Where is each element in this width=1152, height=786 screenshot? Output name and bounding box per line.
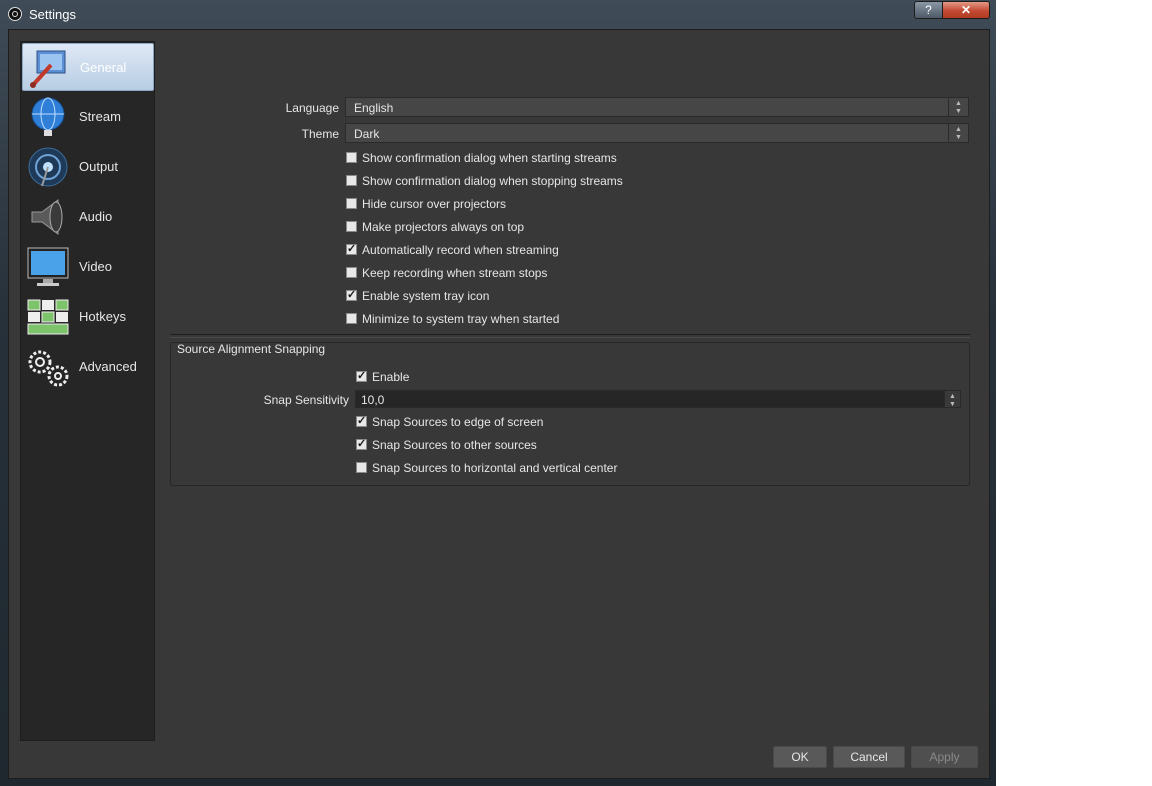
checkbox[interactable]: [346, 175, 357, 186]
snap-sensitivity-label: Snap Sensitivity: [263, 393, 349, 407]
language-label: Language: [285, 101, 339, 115]
language-value: English: [354, 101, 394, 115]
cancel-button[interactable]: Cancel: [833, 746, 905, 768]
sidebar-item-video[interactable]: Video: [22, 243, 154, 291]
sidebar-item-label: Hotkeys: [79, 309, 126, 324]
sidebar-item-advanced[interactable]: Advanced: [22, 343, 154, 391]
checkbox[interactable]: ✓: [356, 371, 367, 382]
checkbox[interactable]: [346, 198, 357, 209]
sidebar-item-label: Video: [79, 259, 113, 274]
sidebar-item-stream[interactable]: Stream: [22, 93, 154, 141]
checkbox[interactable]: [346, 152, 357, 163]
sidebar-item-label: Advanced: [79, 359, 137, 374]
checkbox[interactable]: ✓: [346, 290, 357, 301]
checkbox[interactable]: [346, 267, 357, 278]
checkbox[interactable]: [346, 313, 357, 324]
sidebar-item-label: General: [80, 60, 127, 75]
sidebar-item-general[interactable]: General: [22, 43, 154, 91]
theme-select[interactable]: Dark ▲ ▼: [345, 123, 969, 143]
snapping-group-title: Source Alignment Snapping: [177, 342, 326, 356]
title-bar: Settings ? ✕: [0, 0, 996, 28]
checkbox[interactable]: ✓: [356, 439, 367, 450]
theme-label: Theme: [301, 127, 339, 141]
settings-client-area: General Stream Output Audio Video Hotkey…: [8, 29, 990, 779]
sidebar-item-audio[interactable]: Audio: [22, 193, 154, 241]
spinner-arrows-icon[interactable]: ▲ ▼: [944, 391, 960, 408]
broadcast-icon: [28, 147, 68, 187]
window-title: Settings: [29, 7, 76, 22]
language-select[interactable]: English ▲ ▼: [345, 97, 969, 117]
sidebar-item-hotkeys[interactable]: Hotkeys: [22, 293, 154, 341]
close-button[interactable]: ✕: [942, 1, 990, 19]
speaker-icon: [31, 199, 63, 235]
theme-value: Dark: [354, 127, 380, 141]
section-divider: [170, 334, 970, 338]
settings-sidebar: General Stream Output Audio Video Hotkey…: [20, 41, 155, 741]
checkbox[interactable]: [346, 221, 357, 232]
checkbox[interactable]: ✓: [346, 244, 357, 255]
ok-button[interactable]: OK: [773, 746, 827, 768]
sidebar-item-label: Stream: [79, 109, 121, 124]
globe-icon: [31, 97, 65, 136]
gears-icon: [28, 350, 69, 387]
general-icon: [30, 50, 66, 88]
sidebar-item-label: Audio: [79, 209, 113, 224]
sidebar-item-output[interactable]: Output: [22, 143, 154, 191]
settings-window: Settings ? ✕ General Stream Output Audio…: [0, 0, 996, 786]
snap-sensitivity-input[interactable]: 10,0 ▲ ▼: [355, 390, 961, 408]
snap-sensitivity-value: 10,0: [361, 393, 385, 407]
checkbox[interactable]: ✓: [356, 416, 367, 427]
obs-app-icon: [8, 7, 22, 21]
monitor-icon: [27, 247, 69, 286]
dropdown-arrows-icon: ▲ ▼: [948, 124, 968, 142]
checkbox[interactable]: [356, 462, 367, 473]
help-button[interactable]: ?: [914, 1, 943, 19]
sidebar-item-label: Output: [79, 159, 119, 174]
dropdown-arrows-icon: ▲ ▼: [948, 98, 968, 116]
apply-button[interactable]: Apply: [911, 746, 978, 768]
keyboard-icon: [27, 299, 69, 335]
